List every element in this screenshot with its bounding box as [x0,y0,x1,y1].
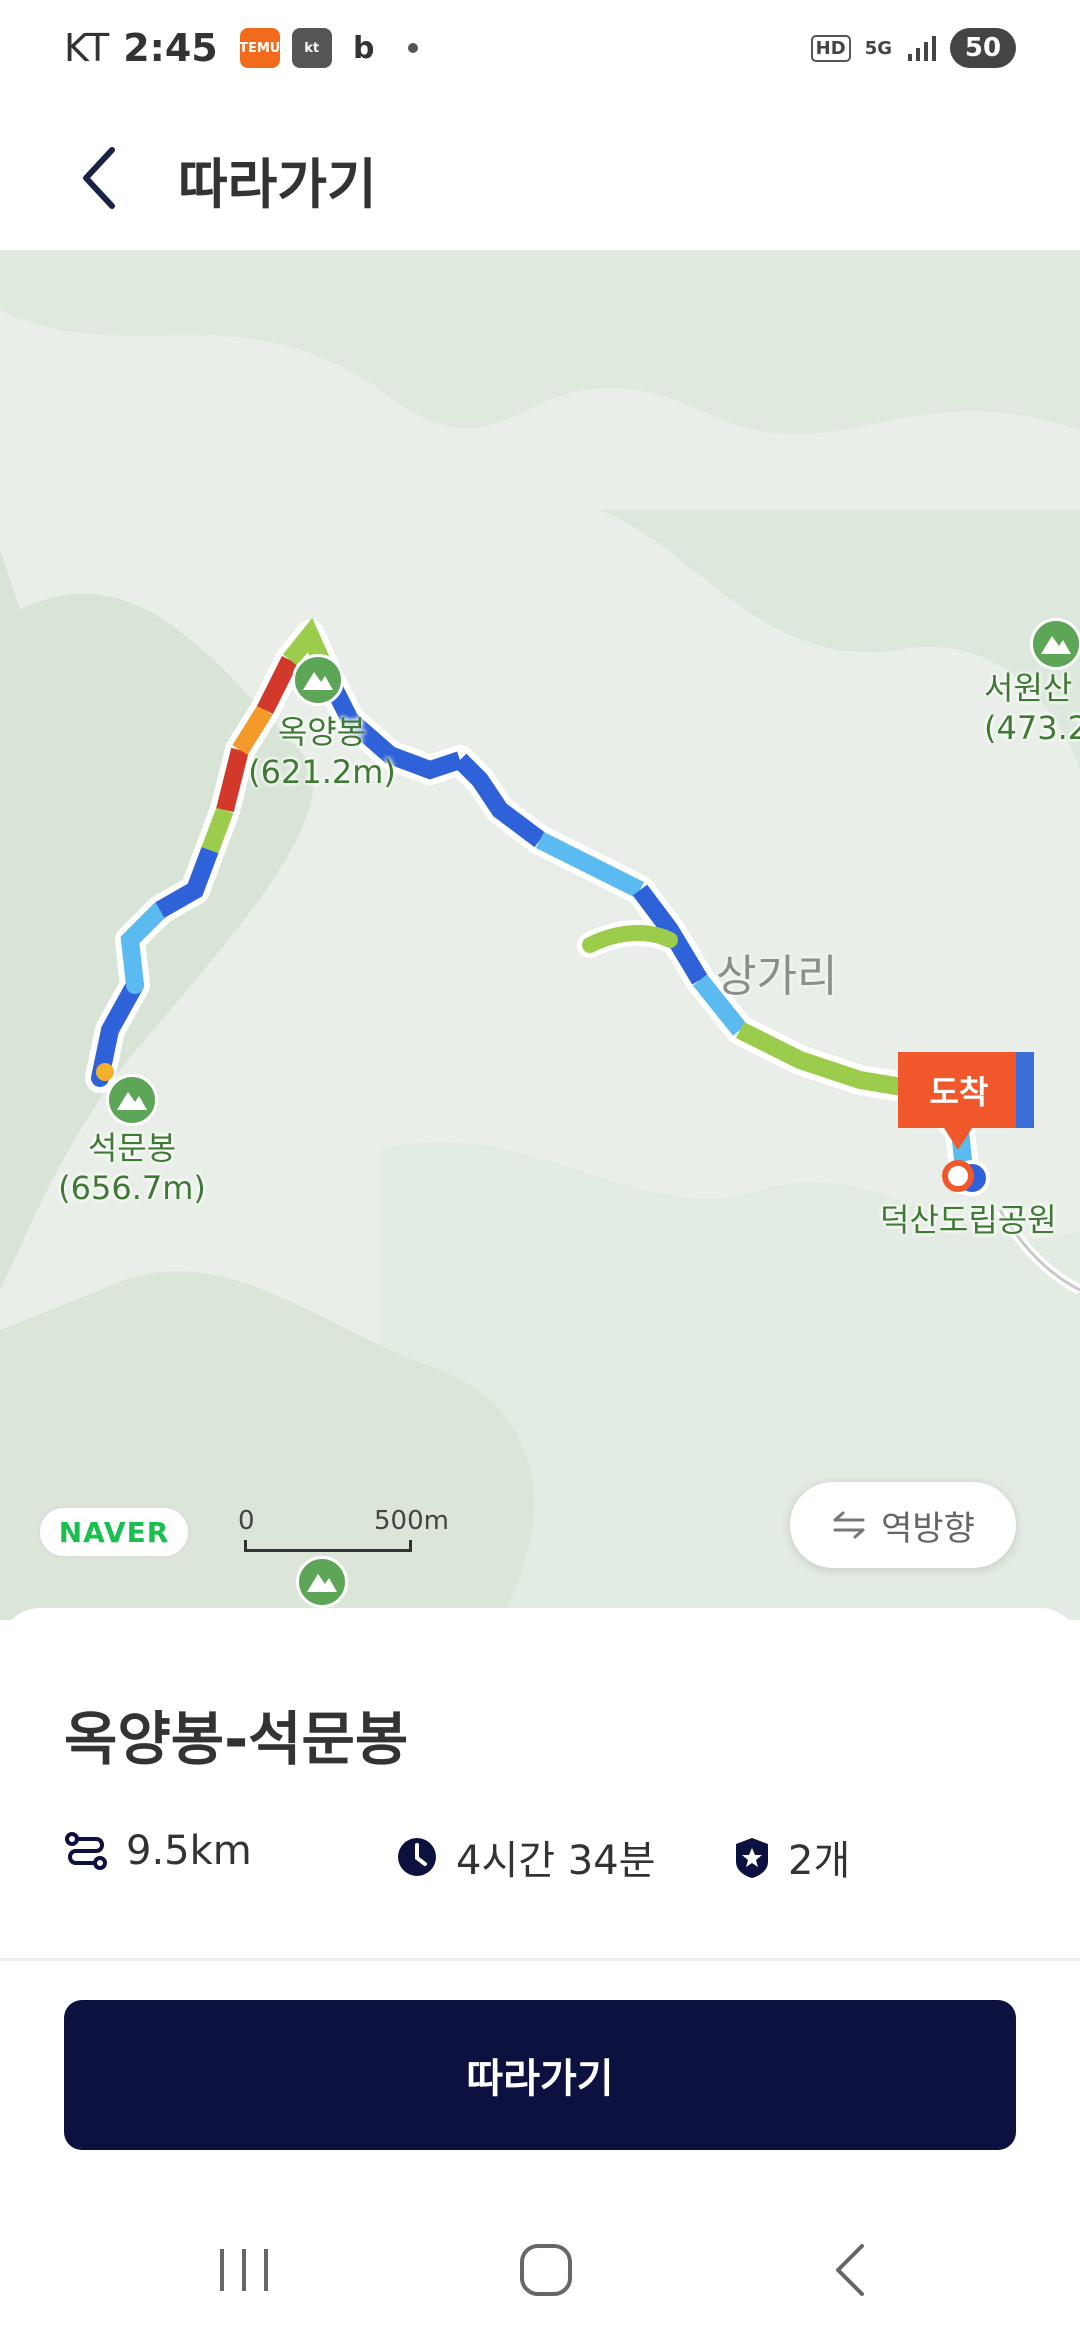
peak-label-okyangbong: 옥양봉 (621.2m) [242,712,402,792]
network-5g-icon: 5G [864,37,892,59]
reverse-direction-button[interactable]: 역방향 [790,1482,1016,1568]
clock: 2:45 [123,26,218,70]
peak-name: 서원산 [984,669,1073,707]
star-shield-icon [736,1838,768,1878]
map-terrain [0,250,1080,1620]
scale-end: 500m [374,1506,449,1536]
status-bar: KT 2:45 TEMU kt b HD 5G 50 [0,0,1080,100]
mountain-icon [303,672,333,690]
peak-label-seokmunbong: 석문봉 (656.7m) [52,1128,212,1208]
reverse-direction-label: 역방향 [881,1508,975,1549]
back-icon [836,2244,864,2296]
back-nav-button[interactable] [810,2230,890,2310]
map-scale: 0 500m [238,1506,449,1552]
distance-stat: 9.5km [64,1828,252,1874]
route-distance-icon [65,1832,107,1870]
kt-app-icon: kt [291,28,332,68]
place-label-park: 덕산도립공원 [880,1201,1057,1239]
scale-bar [244,1540,412,1552]
route-title: 옥양봉-석문봉 [64,1705,409,1773]
peak-marker-icon[interactable] [106,1074,158,1126]
battery-indicator: 50 [950,28,1016,68]
peak-marker-icon[interactable] [296,1556,348,1608]
peak-elevation: (621.2m) [248,753,396,791]
stamps-value: 2개 [788,1838,851,1884]
chevron-left-icon [83,147,115,209]
peak-marker-icon[interactable] [1030,618,1080,670]
carrier-label: KT [64,26,110,70]
clock-icon [398,1838,436,1876]
divider [0,1958,1080,1961]
mountain-icon [1041,636,1071,654]
mountain-icon [117,1092,147,1110]
hd-icon: HD [810,34,851,62]
duration-value: 4시간 34분 [456,1838,656,1884]
naver-logo: NAVER [38,1506,190,1558]
app-header: 따라가기 [0,100,1080,250]
peak-name: 옥양봉 [277,713,367,751]
peak-label-seowonsan: 서원산 (473.2m) [984,668,1080,748]
stamps-stat: 2개 [734,1828,850,1886]
route-stats: 9.5km 4시간 34분 2개 [64,1828,1024,1888]
back-button[interactable] [60,138,140,218]
peak-name: 석문봉 [87,1129,177,1167]
recent-apps-button[interactable] [204,2230,284,2310]
follow-button[interactable]: 따라가기 [64,2000,1016,2150]
peak-elevation: (473.2m) [984,709,1080,747]
mountain-icon [307,1574,337,1592]
notification-dot-icon [407,43,418,53]
peak-marker-icon[interactable] [292,654,344,706]
arrival-marker[interactable]: 도착 [898,1052,1020,1150]
signal-icon [908,36,936,61]
home-button[interactable] [506,2230,586,2310]
scale-start: 0 [238,1506,255,1536]
home-icon [520,2244,572,2296]
b-app-icon: b [343,28,384,68]
route-map[interactable]: 석문봉 (656.7m) 옥양봉 (621.2m) 서원산 (473.2m) 상… [0,250,1080,1620]
system-nav-bar [0,2200,1080,2340]
place-label-sanggari: 상가리 [716,951,838,1002]
peak-elevation: (656.7m) [58,1169,206,1207]
distance-value: 9.5km [126,1828,252,1874]
temu-icon: TEMU [239,28,280,68]
arrival-marker-edge [1016,1052,1034,1128]
swap-arrows-icon [833,1511,865,1539]
recent-apps-icon [220,2249,268,2291]
duration-stat: 4시간 34분 [396,1828,655,1886]
page-title: 따라가기 [178,153,377,216]
